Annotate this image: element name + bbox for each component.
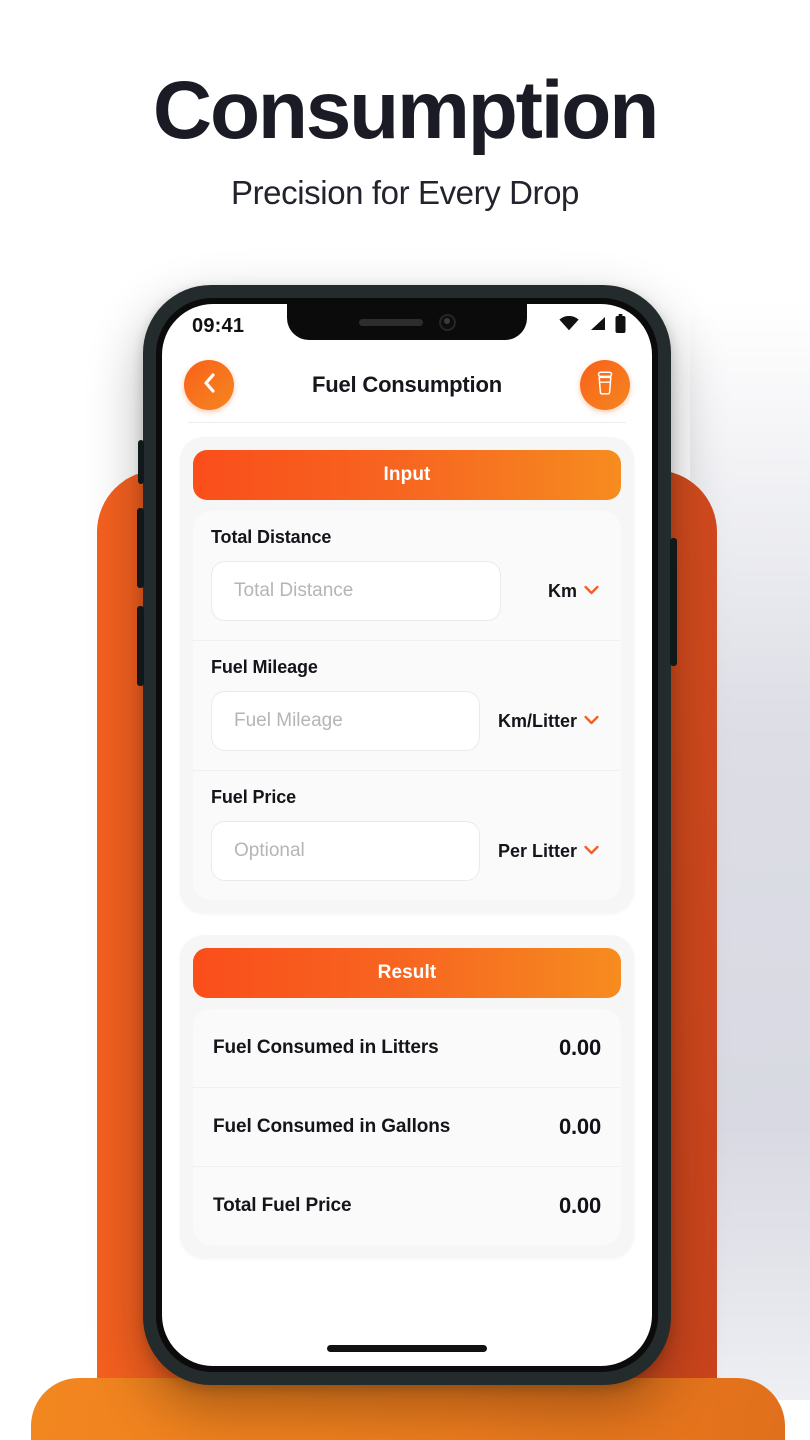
chevron-down-icon: [584, 582, 599, 600]
result-label: Fuel Consumed in Gallons: [213, 1116, 451, 1137]
result-card-header: Result: [193, 948, 621, 998]
field-label: Fuel Price: [211, 787, 297, 807]
phone-screen: 09:41 Fuel Consumption Input Total Dista…: [162, 304, 652, 1366]
unit-label: Km/Litter: [497, 710, 577, 731]
screen-content: Input Total Distance Total Distance Km F…: [162, 423, 652, 1258]
total-distance-unit-select[interactable]: Km: [511, 581, 603, 602]
phone-mockup-frame: 09:41 Fuel Consumption Input Total Dista…: [143, 285, 671, 1385]
field-row: Optional Per Litter: [211, 821, 603, 881]
app-bar: Fuel Consumption: [162, 348, 652, 422]
home-indicator[interactable]: [327, 1345, 487, 1352]
result-value: 0.00: [558, 1035, 601, 1060]
fuel-price-unit-select[interactable]: Per Litter: [490, 841, 603, 862]
volume-up-button[interactable]: [137, 508, 144, 588]
result-value: 0.00: [558, 1114, 601, 1139]
result-row-total-price: Total Fuel Price 0.00: [193, 1167, 621, 1245]
delete-button[interactable]: [580, 360, 630, 410]
cellular-signal-icon: [588, 316, 606, 336]
status-bar-icons: [559, 314, 626, 338]
status-bar-time: 09:41: [192, 314, 245, 337]
back-button[interactable]: [184, 360, 234, 410]
field-fuel-mileage: Fuel Mileage Fuel Mileage Km/Litter: [193, 641, 621, 771]
result-card: Result Fuel Consumed in Litters 0.00 Fue…: [180, 935, 634, 1258]
page-title: Consumption: [152, 65, 659, 156]
field-label: Total Distance: [211, 527, 332, 547]
app-promo-page: Consumption Precision for Every Drop 09:…: [0, 0, 810, 1440]
field-total-distance: Total Distance Total Distance Km: [193, 511, 621, 641]
result-card-body: Fuel Consumed in Litters 0.00 Fuel Consu…: [193, 1009, 621, 1245]
fuel-price-input[interactable]: Optional: [211, 821, 480, 881]
input-card: Input Total Distance Total Distance Km F…: [180, 437, 634, 913]
app-bar-title: Fuel Consumption: [312, 372, 502, 397]
unit-label: Per Litter: [497, 840, 577, 861]
battery-icon: [615, 314, 626, 338]
result-value: 0.00: [558, 1193, 601, 1218]
power-button[interactable]: [670, 538, 677, 666]
result-label: Fuel Consumed in Litters: [213, 1037, 439, 1058]
input-card-header: Input: [193, 450, 621, 500]
chevron-down-icon: [584, 712, 599, 730]
mute-switch-button[interactable]: [138, 440, 144, 484]
chevron-down-icon: [584, 842, 599, 860]
total-distance-input[interactable]: Total Distance: [211, 561, 501, 621]
unit-label: Km: [547, 580, 577, 601]
fuel-mileage-unit-select[interactable]: Km/Litter: [490, 711, 603, 732]
result-row-litters: Fuel Consumed in Litters 0.00: [193, 1009, 621, 1088]
field-label: Fuel Mileage: [211, 657, 318, 677]
trash-icon: [593, 370, 617, 401]
status-bar: 09:41: [162, 304, 652, 348]
fuel-mileage-input[interactable]: Fuel Mileage: [211, 691, 480, 751]
volume-down-button[interactable]: [137, 606, 144, 686]
input-card-body: Total Distance Total Distance Km Fuel Mi…: [193, 511, 621, 900]
result-row-gallons: Fuel Consumed in Gallons 0.00: [193, 1088, 621, 1167]
background-orange-base-shape: [31, 1378, 785, 1440]
field-row: Total Distance Km: [211, 561, 603, 621]
result-label: Total Fuel Price: [213, 1195, 352, 1216]
wifi-icon: [559, 315, 579, 336]
field-row: Fuel Mileage Km/Litter: [211, 691, 603, 751]
field-fuel-price: Fuel Price Optional Per Litter: [193, 771, 621, 900]
page-subtitle: Precision for Every Drop: [230, 174, 580, 211]
hero-heading-block: Consumption Precision for Every Drop: [0, 70, 810, 212]
chevron-left-icon: [201, 372, 217, 399]
phone-bezel: 09:41 Fuel Consumption Input Total Dista…: [156, 298, 658, 1372]
